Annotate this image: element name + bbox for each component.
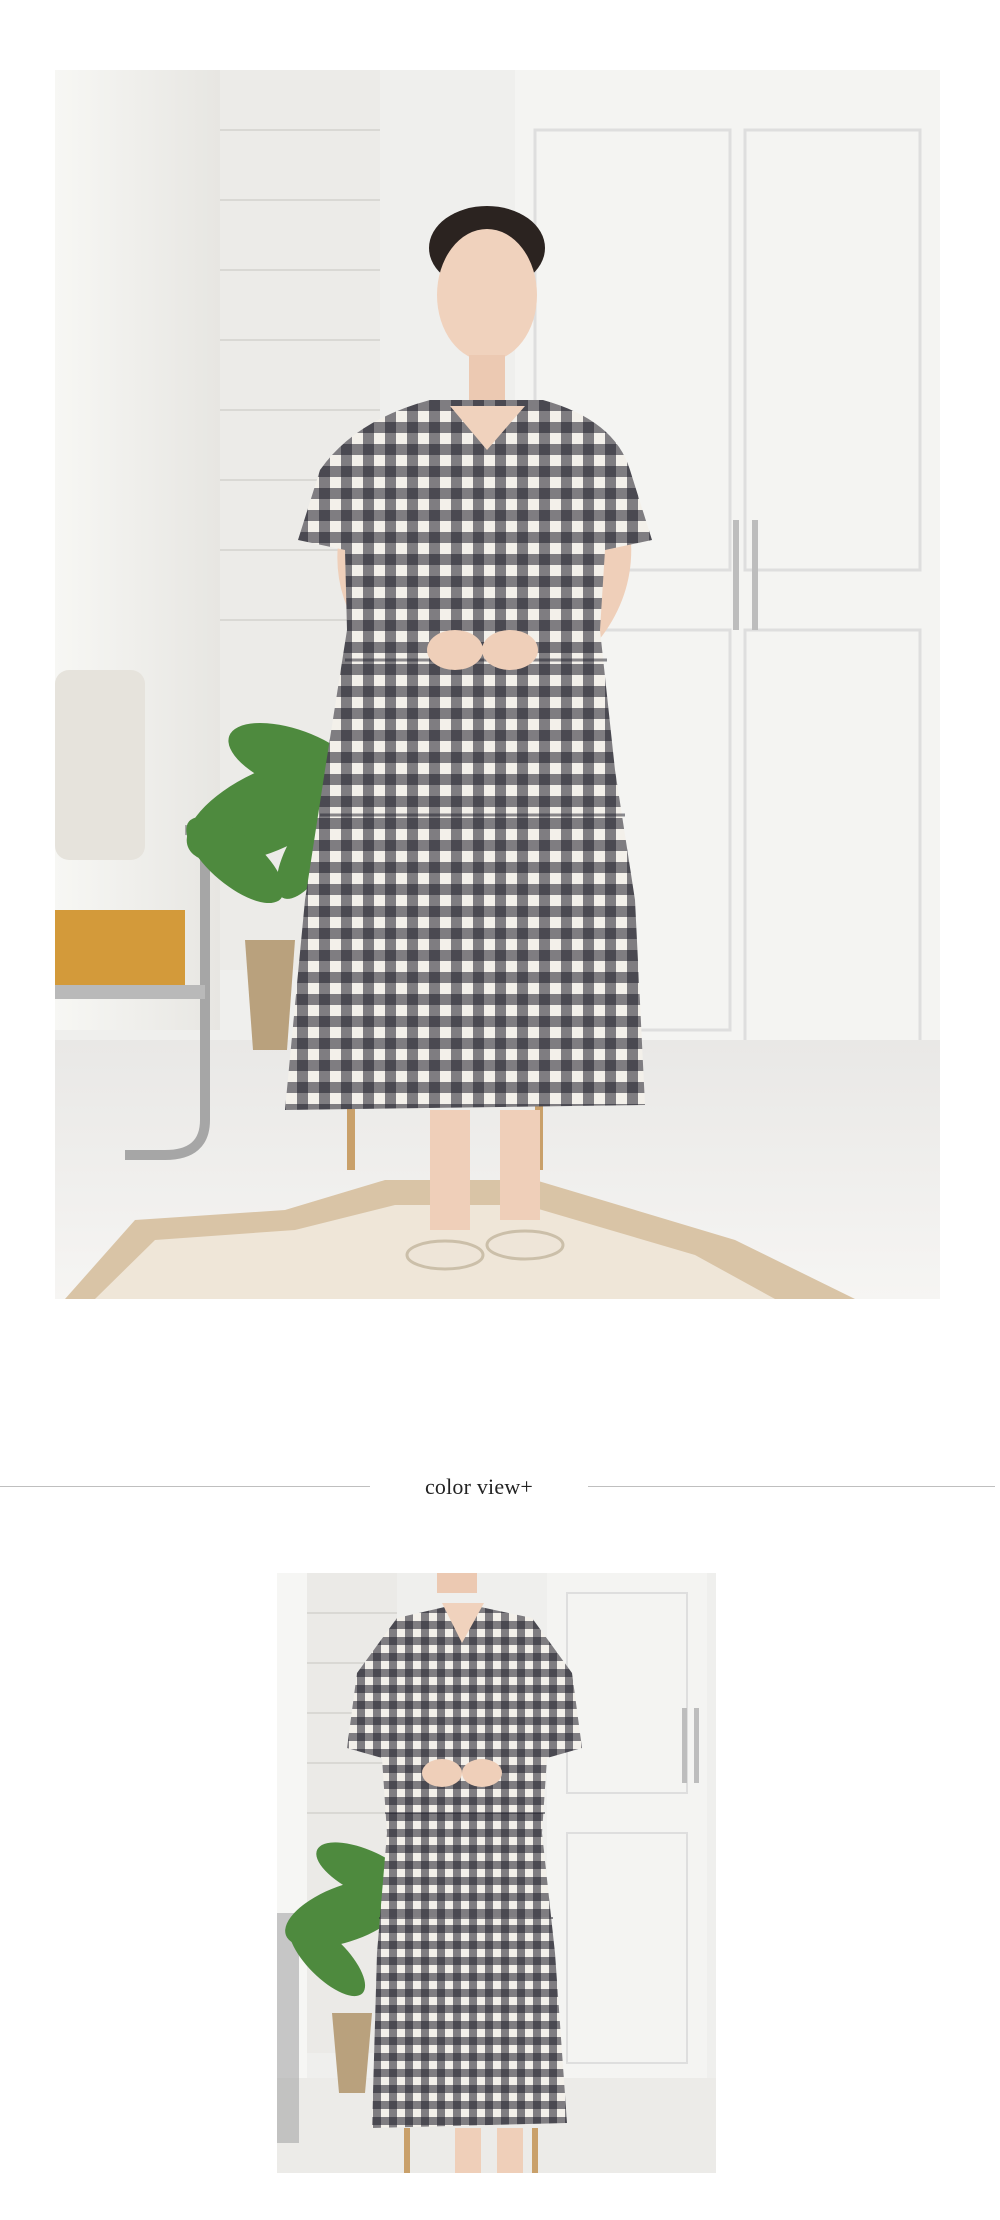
divider-line-left (0, 1486, 370, 1487)
color-view-title: color view+ (424, 1474, 534, 1499)
main-product-photo (55, 70, 940, 1299)
divider-line-right (588, 1486, 995, 1487)
color-view-divider: color view+ (0, 1472, 1000, 1502)
color-variant-photo (277, 1573, 716, 2173)
